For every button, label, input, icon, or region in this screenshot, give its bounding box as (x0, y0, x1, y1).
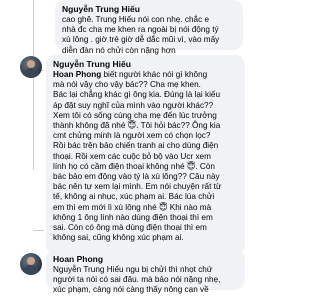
avatar-head-shape (27, 257, 35, 265)
reply-curve (33, 230, 44, 231)
avatar-head-shape (27, 60, 35, 68)
avatar[interactable] (20, 253, 42, 275)
comment-text: cao ghê. Trung Hiếu nói con nhẹ. chắc e … (62, 15, 220, 55)
avatar-body-shape (23, 265, 39, 275)
mention-link[interactable]: Hoan Phong (53, 70, 101, 79)
comment-author[interactable]: Nguyễn Trung Hiếu (53, 59, 238, 70)
comment-text: Nguyễn Trung Hiếu ngu bị chửi thì nhọt c… (53, 265, 221, 295)
comment-author[interactable]: Nguyễn Trung Hiếu (62, 4, 236, 15)
comment-text: Hoan Phong biết người khác nói gì không … (53, 70, 222, 243)
comment-bubble: Hoan Phong Nguyễn Trung Hiếu ngu bị chửi… (46, 250, 245, 294)
comment-bubble: Nguyễn Trung Hiếu cao ghê. Trung Hiếu nó… (55, 0, 243, 55)
reply-connector (33, 0, 34, 170)
comment-bubble: Nguyễn Trung Hiếu Hoan Phong biết người … (46, 55, 245, 255)
comment-thread: Nguyễn Trung Hiếu cao ghê. Trung Hiếu nó… (0, 0, 250, 294)
avatar-body-shape (23, 68, 39, 78)
avatar[interactable] (20, 56, 42, 78)
comment-author[interactable]: Hoan Phong (53, 254, 238, 265)
